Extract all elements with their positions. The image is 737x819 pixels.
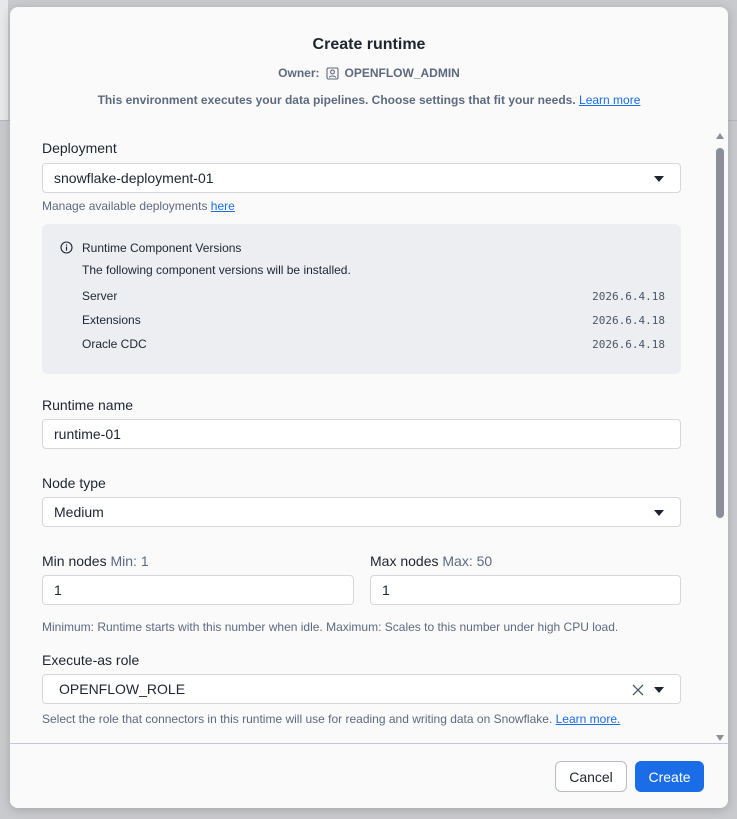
scrollbar-thumb[interactable] [716,148,724,518]
dialog-footer: Cancel Create [10,743,728,808]
version-name-extensions: Extensions [82,313,141,327]
min-nodes-label: Min nodes Min: 1 [42,553,149,569]
dialog-title: Create runtime [312,36,426,53]
role-learn-more-link[interactable]: Learn more. [556,712,621,726]
role-help: Select the role that connectors in this … [42,712,620,726]
min-nodes-value: 1 [54,582,62,598]
chevron-down-icon [654,510,664,516]
role-help-text: Select the role that connectors in this … [42,712,553,726]
max-nodes-label: Max nodes Max: 50 [370,553,492,569]
owner-line: Owner: OPENFLOW_ADMIN [10,66,728,80]
vertical-scrollbar[interactable] [714,133,728,743]
dialog-description: This environment executes your data pipe… [10,93,728,107]
role-label: Execute-as role [42,652,140,668]
learn-more-link[interactable]: Learn more [579,93,640,107]
deployment-label: Deployment [42,140,117,156]
min-nodes-hint: Min: 1 [110,553,149,569]
user-icon [325,66,339,80]
deployment-help-text: Manage available deployments [42,199,208,213]
version-value-server: 2026.6.4.18 [592,290,665,303]
create-runtime-dialog: Create runtime Owner: OPENFLOW_ADMIN Thi… [10,7,728,808]
node-type-value: Medium [54,504,104,520]
runtime-versions-panel: Runtime Component Versions The following… [42,224,681,374]
role-value: OPENFLOW_ROLE [59,681,186,697]
runtime-name-input[interactable]: runtime-01 [42,419,681,449]
version-value-extensions: 2026.6.4.18 [592,314,665,327]
chevron-down-icon [654,176,664,182]
runtime-name-value: runtime-01 [54,426,121,442]
versions-subtitle: The following component versions will be… [82,263,351,277]
scroll-down-arrow-icon[interactable] [716,735,724,741]
owner-label: Owner: [278,66,320,80]
description-text: This environment executes your data pipe… [97,93,576,107]
runtime-name-label: Runtime name [42,397,134,413]
versions-title: Runtime Component Versions [82,241,242,255]
max-nodes-value: 1 [382,582,390,598]
chevron-down-icon [654,687,664,693]
version-value-oracle-cdc: 2026.6.4.18 [592,338,665,351]
node-type-label: Node type [42,475,106,491]
create-button[interactable]: Create [635,761,704,792]
background-panel [0,0,8,120]
info-icon [60,241,73,254]
owner-value: OPENFLOW_ADMIN [344,66,460,80]
node-type-select[interactable]: Medium [42,497,681,527]
clear-icon[interactable] [632,683,644,696]
scroll-up-arrow-icon[interactable] [716,133,724,139]
dialog-header: Create runtime Owner: OPENFLOW_ADMIN Thi… [10,7,728,127]
nodes-help: Minimum: Runtime starts with this number… [42,620,619,634]
max-nodes-hint: Max: 50 [442,553,493,569]
deployment-value: snowflake-deployment-01 [54,170,214,186]
role-select[interactable]: OPENFLOW_ROLE [42,674,681,704]
min-nodes-label-text: Min nodes [42,553,107,569]
cancel-button[interactable]: Cancel [555,761,627,792]
deployment-select[interactable]: snowflake-deployment-01 [42,163,681,193]
version-name-oracle-cdc: Oracle CDC [82,337,147,351]
form-scroll-area[interactable]: Deployment snowflake-deployment-01 Manag… [10,127,728,743]
deployments-here-link[interactable]: here [211,199,235,213]
max-nodes-input[interactable]: 1 [370,575,681,605]
version-name-server: Server [82,289,118,303]
max-nodes-label-text: Max nodes [370,553,439,569]
deployment-help: Manage available deployments here [42,199,235,213]
min-nodes-input[interactable]: 1 [42,575,354,605]
